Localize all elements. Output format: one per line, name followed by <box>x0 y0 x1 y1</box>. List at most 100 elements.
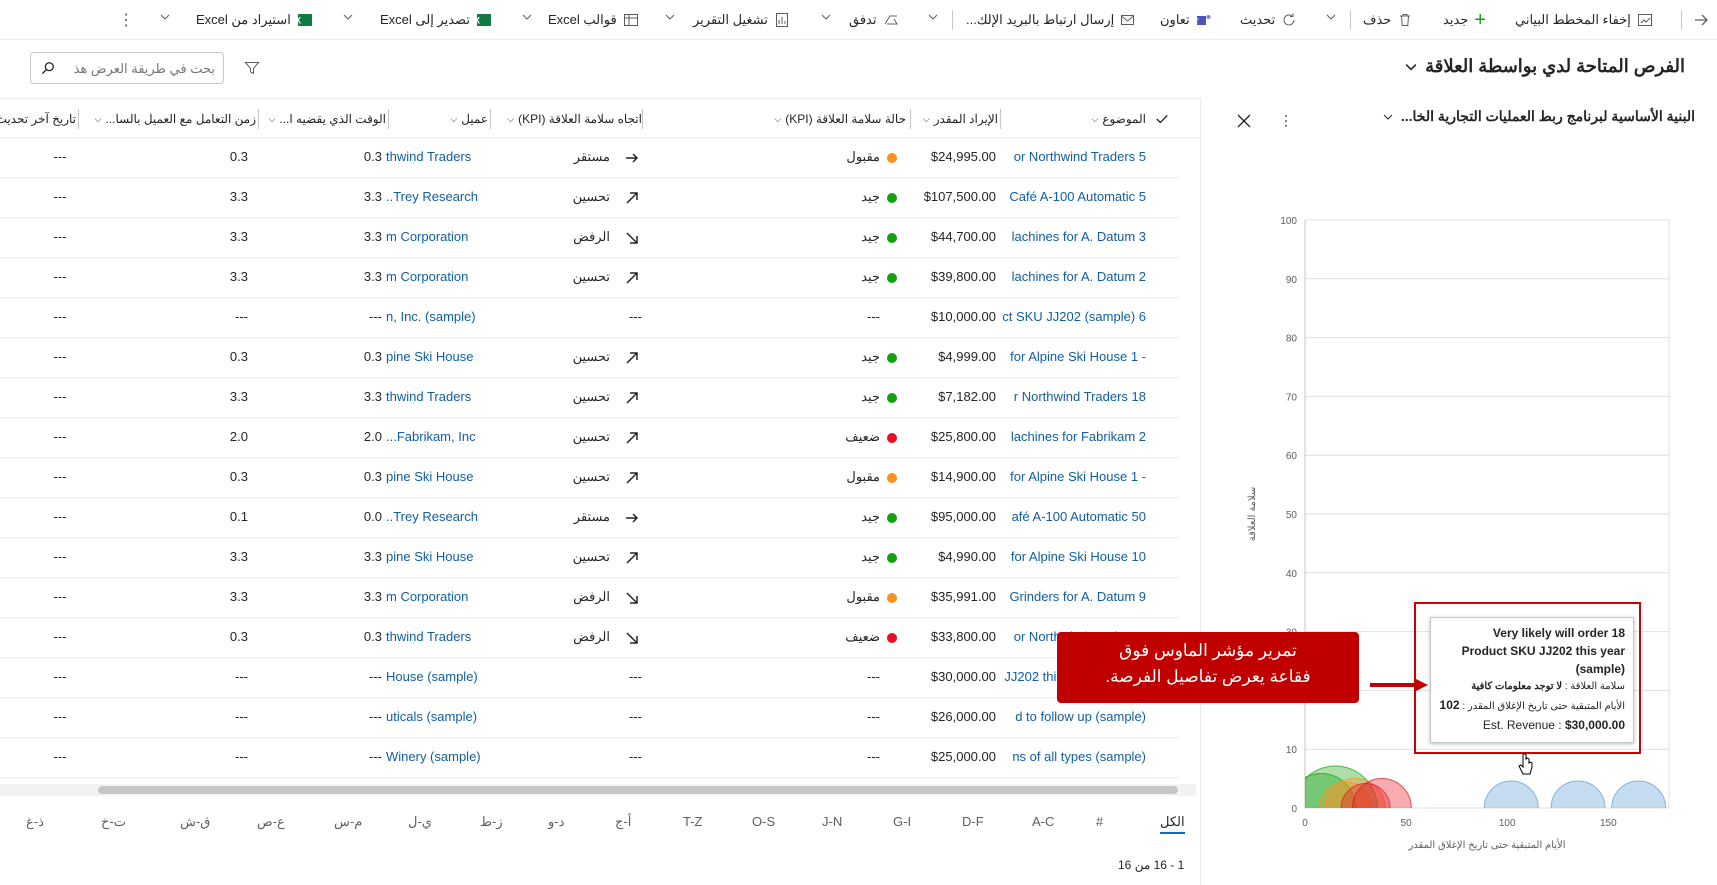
view-selector[interactable]: الفرص المتاحة لدي بواسطة العلاقة <box>1405 56 1685 77</box>
topic-link[interactable]: r Northwind Traders 18 <box>1000 389 1146 407</box>
table-row[interactable]: or Northwind Traders 4$33,800.00ضعيفالرف… <box>0 618 1178 658</box>
table-row[interactable]: r Northwind Traders 18 $7,182.00 جيد تحسين t… <box>0 378 1178 418</box>
topic-link[interactable]: ct SKU JJ202 (sample) 6 <box>1000 309 1146 327</box>
account-link[interactable]: ..Trey Research <box>386 509 480 527</box>
collaborate-button[interactable]: T تعاون <box>1160 8 1212 32</box>
email-link-button[interactable]: إرسال ارتباط بالبريد الإلك... <box>966 8 1136 32</box>
alphabet-filter-8[interactable]: أ-ج <box>615 814 631 830</box>
topic-link[interactable]: ns of all types (sample) <box>1000 749 1146 767</box>
topic-link[interactable]: Café A-100 Automatic 5 <box>1000 189 1146 207</box>
column-header-engagement[interactable]: زمن التعامل مع العميل بالسا... ⌵ <box>84 109 256 129</box>
column-separator[interactable] <box>490 109 491 129</box>
column-header-health[interactable]: حالة سلامة العلاقة (KPI) ⌵ <box>760 109 906 129</box>
account-link[interactable]: pine Ski House <box>386 349 480 367</box>
account-link[interactable]: thwind Traders <box>386 149 480 167</box>
refresh-button[interactable]: تحديث <box>1240 8 1297 32</box>
alphabet-filter-9[interactable]: د-و <box>548 814 564 830</box>
chevron-down-icon[interactable] <box>522 12 532 22</box>
alphabet-filter-3[interactable]: D-F <box>962 814 984 829</box>
search-box[interactable] <box>30 52 224 84</box>
chart-selector[interactable]: البنية الأساسية لبرنامج ربط العمليات الت… <box>1383 108 1695 125</box>
account-link[interactable]: thwind Traders <box>386 389 480 407</box>
column-header-topic[interactable]: الموضوع ⌵ <box>1080 109 1146 129</box>
chevron-down-icon[interactable] <box>1326 12 1336 22</box>
account-link[interactable]: pine Ski House <box>386 469 480 487</box>
table-row[interactable]: ns of all types (sample) $25,000.00 --- ---… <box>0 738 1178 778</box>
close-icon[interactable] <box>1237 114 1251 128</box>
column-separator[interactable] <box>258 109 259 129</box>
alphabet-filter-15[interactable]: ت-خ <box>101 814 126 830</box>
topic-link[interactable]: for Alpine Ski House 1 - <box>1000 349 1146 367</box>
chevron-down-icon[interactable] <box>821 12 831 22</box>
alphabet-filter-2[interactable]: A-C <box>1032 814 1054 829</box>
table-row[interactable]: Café A-100 Automatic 5 $107,500.00 جيد تحسي… <box>0 178 1178 218</box>
alphabet-filter-16[interactable]: ذ-غ <box>26 814 44 830</box>
column-separator[interactable] <box>388 109 389 129</box>
excel-templates-button[interactable]: قوالب Excel <box>548 8 639 32</box>
topic-link[interactable]: lachines for A. Datum 3 <box>1000 229 1146 247</box>
column-separator[interactable] <box>1000 109 1001 129</box>
scrollbar-thumb[interactable] <box>98 786 1178 794</box>
column-header-last-updated[interactable]: تاريخ آخر تحديث <box>0 109 76 129</box>
topic-link[interactable]: lachines for A. Datum 2 <box>1000 269 1146 287</box>
table-row[interactable]: afé A-100 Automatic 50 $95,000.00 جيد مستقر… <box>0 498 1178 538</box>
table-row[interactable]: or Northwind Traders 5 $24,995.00 مقبول مست… <box>0 138 1178 178</box>
column-header-revenue[interactable]: الإيراد المقدر ⌵ <box>916 109 998 129</box>
flow-button[interactable]: تدفق <box>849 8 899 32</box>
account-link[interactable]: m Corporation <box>386 589 480 607</box>
alphabet-filter-12[interactable]: م-س <box>334 814 362 830</box>
account-link[interactable]: uticals (sample) <box>386 709 480 727</box>
alphabet-filter-10[interactable]: ز-ط <box>480 814 503 830</box>
table-row[interactable]: for Alpine Ski House 1 - $4,999.00 جيد تحسي… <box>0 338 1178 378</box>
more-options-icon[interactable] <box>1283 114 1289 128</box>
alphabet-filter-14[interactable]: ق-ش <box>180 814 210 830</box>
account-link[interactable]: ..Trey Research <box>386 189 480 207</box>
bubble[interactable] <box>1611 780 1667 835</box>
table-row[interactable]: for Alpine Ski House 1 - $14,900.00 مقبول ت… <box>0 458 1178 498</box>
account-link[interactable]: m Corporation <box>386 229 480 247</box>
account-link[interactable]: pine Ski House <box>386 549 480 567</box>
horizontal-scrollbar[interactable] <box>0 784 1196 796</box>
alphabet-filter-0[interactable]: الكل <box>1160 814 1185 834</box>
table-row[interactable]: d to follow up (sample) $26,000.00 --- --- u… <box>0 698 1178 738</box>
alphabet-filter-6[interactable]: O-S <box>752 814 775 829</box>
column-header-trend[interactable]: اتجاه سلامة العلاقة (KPI) ⌵ <box>496 109 642 129</box>
topic-link[interactable]: for Alpine Ski House 1 - <box>1000 469 1146 487</box>
account-link[interactable]: Winery (sample) <box>386 749 480 767</box>
table-row[interactable]: for Alpine Ski House 10 $4,990.00 جيد تحسين… <box>0 538 1178 578</box>
chevron-down-icon[interactable] <box>665 12 675 22</box>
alphabet-filter-5[interactable]: J-N <box>822 814 842 829</box>
alphabet-filter-1[interactable]: # <box>1096 814 1103 829</box>
topic-link[interactable]: or Northwind Traders 5 <box>1000 149 1146 167</box>
back-arrow-icon[interactable] <box>1693 12 1709 28</box>
account-link[interactable]: House (sample) <box>386 669 480 687</box>
select-all-checkmark-icon[interactable] <box>1155 112 1169 126</box>
alphabet-filter-11[interactable]: ي-ل <box>408 814 432 830</box>
search-input[interactable] <box>55 60 215 76</box>
alphabet-filter-7[interactable]: T-Z <box>683 814 703 829</box>
alphabet-filter-4[interactable]: G-I <box>893 814 911 829</box>
table-row[interactable]: ct SKU JJ202 (sample) 6 $10,000.00 --- --- n… <box>0 298 1178 338</box>
account-link[interactable]: m Corporation <box>386 269 480 287</box>
chevron-down-icon[interactable] <box>160 12 170 22</box>
export-excel-button[interactable]: X تصدير إلى Excel <box>380 8 492 32</box>
table-row[interactable]: JJ202 this year (sample)$30,000.00------… <box>0 658 1178 698</box>
chevron-down-icon[interactable] <box>928 12 938 22</box>
account-link[interactable]: thwind Traders <box>386 629 480 647</box>
table-row[interactable]: lachines for A. Datum 3 $44,700.00 جيد الرف… <box>0 218 1178 258</box>
bubble[interactable] <box>1340 783 1391 833</box>
column-header-time-spent[interactable]: الوقت الذي يقضيه ا... ⌵ <box>264 109 386 129</box>
table-row[interactable]: lachines for Fabrikam 2 $25,800.00 ضعيف تحس… <box>0 418 1178 458</box>
run-report-button[interactable]: تشغيل التقرير <box>693 8 790 32</box>
alphabet-filter-13[interactable]: ع-ص <box>257 814 285 830</box>
column-separator[interactable] <box>642 109 643 129</box>
more-commands-button[interactable]: ⋮ <box>118 8 134 32</box>
hide-chart-button[interactable]: إخفاء المخطط البياني <box>1515 8 1653 32</box>
topic-link[interactable]: Grinders for A. Datum 9 <box>1000 589 1146 607</box>
new-button[interactable]: + جديد <box>1443 8 1486 32</box>
table-row[interactable]: lachines for A. Datum 2 $39,800.00 جيد تحسي… <box>0 258 1178 298</box>
column-separator[interactable] <box>910 109 911 129</box>
chevron-down-icon[interactable] <box>343 12 353 22</box>
import-excel-button[interactable]: X استيراد من Excel <box>196 8 313 32</box>
topic-link[interactable]: lachines for Fabrikam 2 <box>1000 429 1146 447</box>
